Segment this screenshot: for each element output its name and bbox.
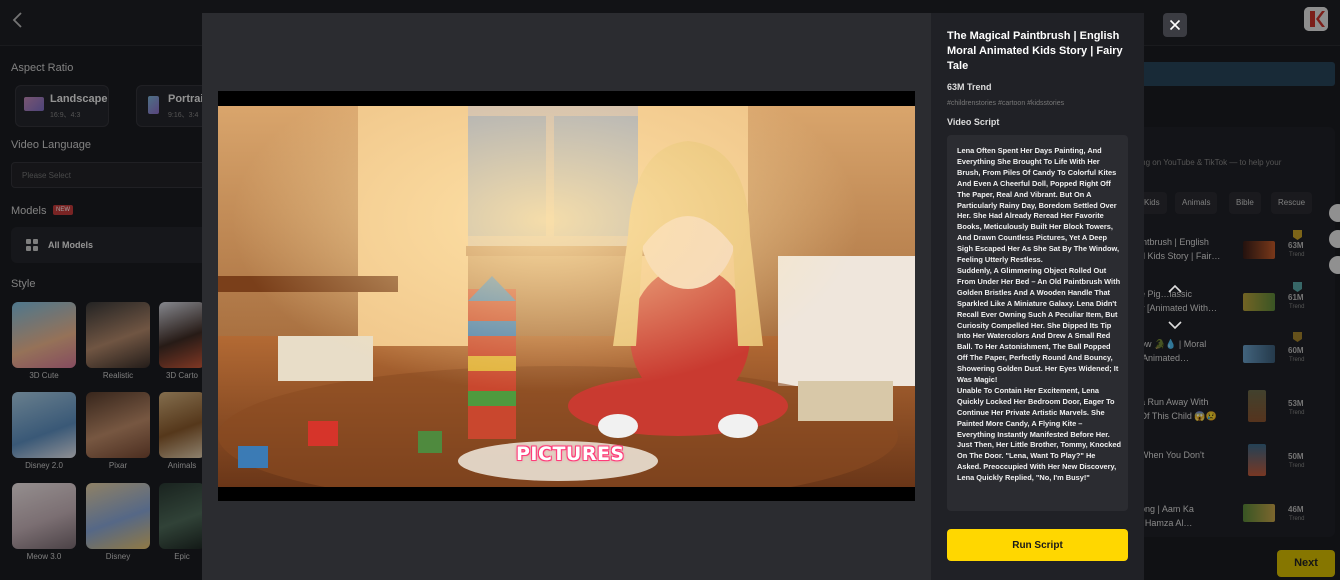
video-subtitle: PICTURES	[516, 443, 625, 465]
video-script-label: Video Script	[947, 117, 1000, 127]
previous-video-icon[interactable]	[1166, 282, 1184, 296]
hashtags: #childrenstories #cartoon #kidsstories	[947, 100, 1065, 107]
trend-count-label: 63M Trend	[947, 82, 992, 92]
video-title: The Magical Paintbrush | English Moral A…	[947, 30, 1123, 72]
close-button[interactable]	[1163, 13, 1187, 37]
close-icon	[1169, 19, 1181, 31]
run-script-button[interactable]: Run Script	[947, 529, 1128, 561]
video-script-text: Lena Often Spent Her Days Painting, And …	[957, 146, 1121, 483]
video-script-box[interactable]: Lena Often Spent Her Days Painting, And …	[947, 135, 1128, 511]
video-frame-image	[218, 106, 915, 487]
next-video-icon[interactable]	[1166, 318, 1184, 332]
